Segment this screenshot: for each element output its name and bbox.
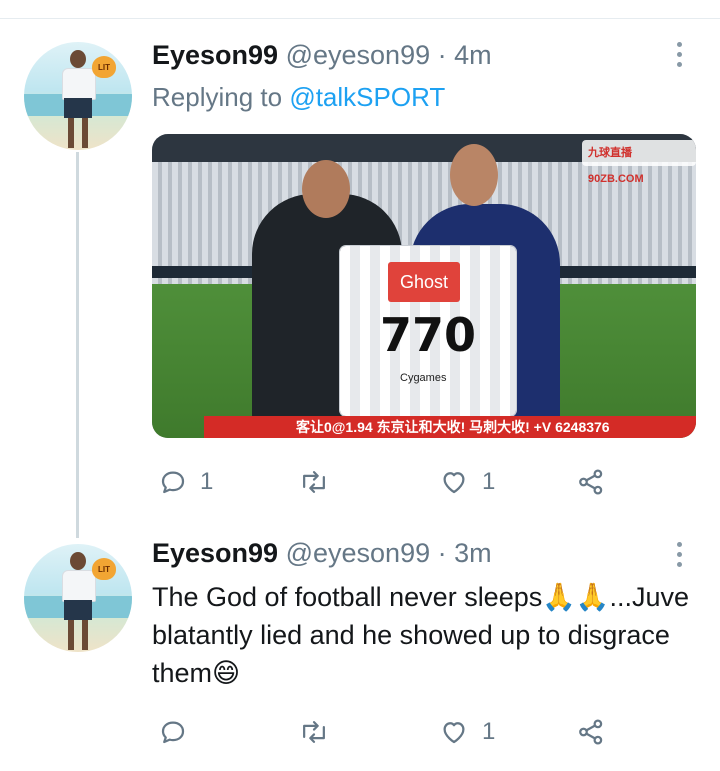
like-button[interactable]: 1 <box>438 712 495 752</box>
lit-badge-icon: LIT <box>92 558 116 580</box>
jersey-number: 770 <box>379 308 477 362</box>
retweet-button[interactable] <box>298 712 342 752</box>
share-button[interactable] <box>576 462 606 502</box>
user-handle[interactable]: @eyeson99 <box>286 40 431 70</box>
tweet-actions: 1 1 <box>152 462 622 502</box>
broadcaster-logo: 九球直播 90ZB.COM <box>582 140 696 185</box>
share-button[interactable] <box>576 712 606 752</box>
reply-icon <box>158 467 188 497</box>
reply-button[interactable]: 1 <box>158 462 213 502</box>
tweet-actions: 1 <box>152 712 622 752</box>
lit-badge-icon: LIT <box>92 56 116 78</box>
user-name[interactable]: Eyeson99 <box>152 40 278 70</box>
user-name[interactable]: Eyeson99 <box>152 538 278 568</box>
share-icon <box>576 717 606 747</box>
tweet-header: Eyeson99 @eyeson99 · 3m <box>152 538 492 569</box>
top-divider <box>0 0 720 19</box>
reply-count: 1 <box>200 468 214 495</box>
more-options-icon[interactable] <box>674 542 684 572</box>
share-icon <box>576 467 606 497</box>
retweet-icon <box>298 717 330 747</box>
tweet-media-image[interactable]: 九球直播 90ZB.COM Ghost 770 Cygames 客让0@1.94… <box>152 134 696 438</box>
tweet-header: Eyeson99 @eyeson99 · 4m <box>152 40 492 71</box>
jersey: Ghost 770 Cygames <box>340 246 516 416</box>
tweet-time: · 3m <box>437 538 492 568</box>
like-icon <box>438 717 470 747</box>
like-count: 1 <box>482 718 496 745</box>
avatar[interactable]: LIT <box>24 42 132 150</box>
ticker-banner: 客让0@1.94 东京让和大收! 马刺大收! +V 6248376 <box>204 416 696 438</box>
user-handle[interactable]: @eyeson99 <box>286 538 431 568</box>
jersey-brand: Cygames <box>400 372 447 384</box>
like-count: 1 <box>482 468 496 495</box>
thread-connector-line <box>76 152 79 538</box>
jersey-sponsor: Ghost <box>388 262 460 302</box>
reply-icon <box>158 717 188 747</box>
retweet-icon <box>298 467 330 497</box>
reply-button[interactable] <box>158 712 200 752</box>
tweet-time: · 4m <box>437 40 492 70</box>
avatar[interactable]: LIT <box>24 544 132 652</box>
tweet-text: The God of football never sleeps🙏🙏...Juv… <box>152 582 690 688</box>
replying-to-label: Replying to <box>152 82 283 112</box>
like-icon <box>438 467 470 497</box>
reply-mention-link[interactable]: @talkSPORT <box>289 82 445 112</box>
retweet-button[interactable] <box>298 462 342 502</box>
like-button[interactable]: 1 <box>438 462 495 502</box>
more-options-icon[interactable] <box>674 42 684 72</box>
replying-to-line: Replying to @talkSPORT <box>152 82 445 113</box>
